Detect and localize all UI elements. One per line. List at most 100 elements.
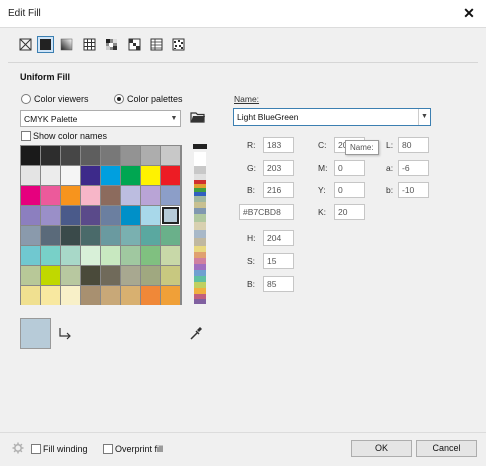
no-fill-button[interactable] xyxy=(17,36,34,53)
palette-swatch[interactable] xyxy=(141,186,160,205)
fill-winding-label[interactable]: Fill winding xyxy=(43,444,88,454)
palette-swatch[interactable] xyxy=(141,166,160,185)
palette-swatch[interactable] xyxy=(81,146,100,165)
palette-swatch[interactable] xyxy=(81,246,100,265)
palette-swatch[interactable] xyxy=(141,266,160,285)
palette-swatch[interactable] xyxy=(101,166,120,185)
palette-swatch[interactable] xyxy=(161,166,180,185)
open-palette-button[interactable] xyxy=(190,110,206,124)
lab-b-field[interactable]: -10 xyxy=(398,182,429,198)
palette-swatch[interactable] xyxy=(101,266,120,285)
uniform-fill-button[interactable] xyxy=(37,36,54,53)
l-field[interactable]: 80 xyxy=(398,137,429,153)
palette-swatch[interactable] xyxy=(141,206,160,225)
palette-swatch[interactable] xyxy=(161,246,180,265)
palette-swatch[interactable] xyxy=(121,186,140,205)
overprint-fill-label[interactable]: Overprint fill xyxy=(115,444,163,454)
eyedropper-button[interactable] xyxy=(189,326,203,341)
g-field[interactable]: 203 xyxy=(263,160,294,176)
palette-swatch[interactable] xyxy=(121,166,140,185)
palette-swatch[interactable] xyxy=(41,166,60,185)
palette-swatch[interactable] xyxy=(81,186,100,205)
palette-swatch[interactable] xyxy=(41,226,60,245)
palette-swatch[interactable] xyxy=(21,146,40,165)
palette-swatch[interactable] xyxy=(61,266,80,285)
palette-swatch[interactable] xyxy=(61,286,80,305)
postscript-fill-button[interactable] xyxy=(148,36,165,53)
palette-grid[interactable] xyxy=(20,145,182,305)
m-field[interactable]: 0 xyxy=(334,160,365,176)
r-field[interactable]: 183 xyxy=(263,137,294,153)
fill-winding-checkbox[interactable] xyxy=(31,444,41,454)
palette-swatch[interactable] xyxy=(101,286,120,305)
show-color-names-label[interactable]: Show color names xyxy=(33,131,107,141)
palette-swatch[interactable] xyxy=(101,246,120,265)
s-field[interactable]: 15 xyxy=(263,253,294,269)
palette-swatch[interactable] xyxy=(161,146,180,165)
vector-pattern-button[interactable] xyxy=(81,36,98,53)
palette-swatch[interactable] xyxy=(21,186,40,205)
palette-scroll-top[interactable] xyxy=(193,144,207,149)
palette-swatch[interactable] xyxy=(41,266,60,285)
palette-swatch[interactable] xyxy=(121,226,140,245)
two-color-pattern-button[interactable] xyxy=(126,36,143,53)
palette-swatch[interactable] xyxy=(101,226,120,245)
palette-swatch[interactable] xyxy=(21,206,40,225)
palette-swatch[interactable] xyxy=(81,286,100,305)
palette-swatch[interactable] xyxy=(141,146,160,165)
palette-swatch[interactable] xyxy=(41,286,60,305)
palette-swatch[interactable] xyxy=(161,266,180,285)
palette-swatch[interactable] xyxy=(41,186,60,205)
color-palettes-label[interactable]: Color palettes xyxy=(127,94,183,104)
color-viewers-radio[interactable] xyxy=(21,94,31,104)
palette-swatch[interactable] xyxy=(61,226,80,245)
palette-swatch[interactable] xyxy=(141,226,160,245)
palette-swatch[interactable] xyxy=(161,226,180,245)
palette-swatch[interactable] xyxy=(21,166,40,185)
palette-dropdown[interactable]: CMYK Palette ▼ xyxy=(20,110,181,127)
palette-swatch[interactable] xyxy=(61,166,80,185)
palette-swatch[interactable] xyxy=(61,186,80,205)
overprint-fill-checkbox[interactable] xyxy=(103,444,113,454)
palette-swatch[interactable] xyxy=(121,146,140,165)
palette-swatch[interactable] xyxy=(21,226,40,245)
palette-swatch[interactable] xyxy=(81,166,100,185)
name-combo[interactable]: Light BlueGreen ▼ xyxy=(233,108,431,126)
palette-swatch[interactable] xyxy=(121,246,140,265)
swap-colors-button[interactable] xyxy=(57,326,73,340)
palette-swatch[interactable] xyxy=(121,286,140,305)
y-field[interactable]: 0 xyxy=(334,182,365,198)
palette-swatch[interactable] xyxy=(41,246,60,265)
palette-swatch[interactable] xyxy=(81,226,100,245)
palette-swatch[interactable] xyxy=(161,286,180,305)
palette-swatch[interactable] xyxy=(161,186,180,205)
ok-button[interactable]: OK xyxy=(351,440,412,457)
palette-swatch[interactable] xyxy=(101,206,120,225)
settings-button[interactable] xyxy=(12,442,24,454)
palette-swatch[interactable] xyxy=(21,246,40,265)
k-field[interactable]: 20 xyxy=(334,204,365,220)
palette-swatch[interactable] xyxy=(61,246,80,265)
palette-swatch[interactable] xyxy=(141,286,160,305)
color-palettes-radio[interactable] xyxy=(114,94,124,104)
cancel-button[interactable]: Cancel xyxy=(416,440,477,457)
palette-swatch[interactable] xyxy=(121,206,140,225)
close-button[interactable]: ✕ xyxy=(460,4,478,22)
h-field[interactable]: 204 xyxy=(263,230,294,246)
palette-swatch[interactable] xyxy=(61,206,80,225)
palette-swatch[interactable] xyxy=(41,146,60,165)
palette-swatch[interactable] xyxy=(161,206,180,225)
palette-color-strip[interactable] xyxy=(194,152,206,304)
palette-swatch[interactable] xyxy=(21,286,40,305)
a-field[interactable]: -6 xyxy=(398,160,429,176)
hex-field[interactable]: #B7CBD8 xyxy=(239,204,294,220)
palette-swatch[interactable] xyxy=(121,266,140,285)
color-viewers-label[interactable]: Color viewers xyxy=(34,94,89,104)
palette-swatch[interactable] xyxy=(21,266,40,285)
palette-swatch[interactable] xyxy=(101,186,120,205)
texture-fill-button[interactable] xyxy=(170,36,187,53)
bitmap-pattern-button[interactable] xyxy=(103,36,120,53)
palette-swatch[interactable] xyxy=(81,266,100,285)
palette-swatch[interactable] xyxy=(81,206,100,225)
palette-swatch[interactable] xyxy=(61,146,80,165)
